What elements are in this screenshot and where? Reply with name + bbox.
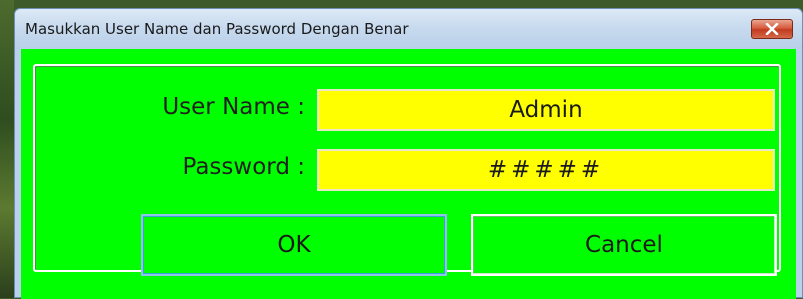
window-title: Masukkan User Name dan Password Dengan B…: [25, 20, 409, 38]
cancel-button[interactable]: Cancel: [471, 214, 777, 276]
dialog-client-area: User Name : Password : OK Cancel: [21, 49, 796, 299]
login-group-box: User Name : Password : OK Cancel: [33, 64, 781, 276]
desktop-background: [0, 0, 14, 298]
close-icon: [765, 23, 779, 35]
username-label: User Name :: [162, 94, 305, 120]
ok-button[interactable]: OK: [141, 214, 447, 276]
title-bar[interactable]: Masukkan User Name dan Password Dengan B…: [15, 9, 802, 49]
close-button[interactable]: [751, 19, 793, 39]
username-input[interactable]: [317, 89, 775, 131]
login-dialog: Masukkan User Name dan Password Dengan B…: [14, 8, 803, 299]
password-input[interactable]: [317, 149, 775, 191]
password-label: Password :: [182, 154, 306, 180]
